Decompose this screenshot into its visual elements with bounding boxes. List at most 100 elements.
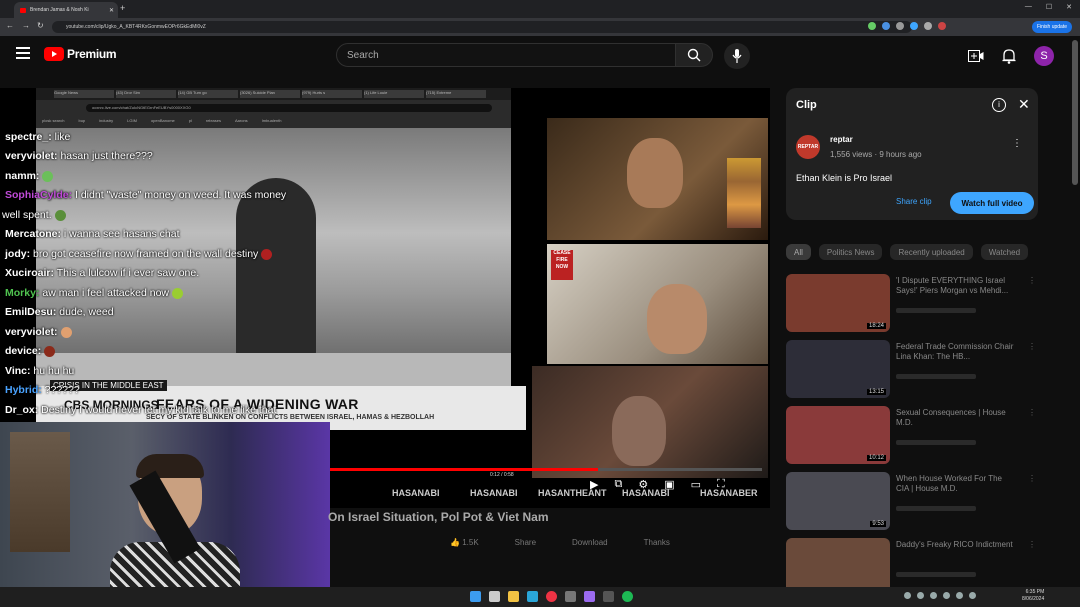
app-icon[interactable] — [565, 591, 576, 602]
extension-icon[interactable] — [896, 22, 904, 30]
channel-avatar[interactable]: REPTAR — [796, 135, 820, 159]
address-bar[interactable]: youtube.com/clip/Ugko_A_KBT4RKxGonmwEOPr… — [52, 21, 912, 33]
clip-description: Ethan Klein is Pro Israel — [796, 173, 893, 183]
finish-update-button[interactable]: Finish update — [1032, 21, 1072, 33]
recommended-video-title[interactable]: Daddy's Freaky RICO Indictment — [896, 540, 1016, 550]
menu-icon[interactable] — [16, 47, 30, 59]
more-options-icon[interactable]: ⋮ — [1028, 276, 1036, 285]
video-thumbnail[interactable]: 10:12 — [786, 406, 890, 464]
youtube-logo[interactable]: Premium — [44, 47, 117, 61]
video-thumbnail[interactable]: 9:53 — [786, 472, 890, 530]
recommended-video-title[interactable]: 'I Dispute EVERYTHING Israel Says!' Pier… — [896, 276, 1016, 296]
recommended-video-title[interactable]: Federal Trade Commission Chair Lina Khan… — [896, 342, 1016, 362]
more-options-icon[interactable]: ⋮ — [1028, 540, 1036, 549]
chat-message: veryviolet: hasan just there??? — [5, 150, 153, 162]
minimize-icon[interactable]: — — [1025, 3, 1032, 11]
channel-name[interactable]: reptar — [830, 135, 853, 144]
reload-icon[interactable]: ↻ — [37, 21, 44, 30]
recommended-video[interactable]: 18:24 'I Dispute EVERYTHING Israel Says!'… — [786, 274, 1046, 332]
video-progress-bar[interactable] — [330, 468, 762, 471]
watch-full-video-button[interactable]: Watch full video — [950, 192, 1034, 214]
new-tab-icon[interactable]: + — [120, 3, 125, 13]
search-button[interactable] — [675, 43, 713, 67]
chip-politics-news[interactable]: Politics News — [818, 244, 883, 260]
chat-text: I didnt "waste" money on weed. It was mo… — [72, 189, 287, 201]
chat-text: dude, weed — [56, 306, 114, 318]
thanks-button[interactable]: Thanks — [644, 538, 670, 547]
maximize-icon[interactable]: ☐ — [1046, 3, 1052, 11]
close-icon[interactable]: ✕ — [1018, 96, 1030, 113]
stream-tab: (3026) Suicide Plan — [240, 90, 300, 98]
page-scrollbar[interactable] — [1072, 40, 1078, 185]
like-button[interactable]: 👍 1.5K — [450, 538, 479, 547]
close-window-icon[interactable]: ✕ — [1066, 3, 1072, 11]
recommended-video[interactable]: 9:53 When House Worked For The CIA | Hous… — [786, 472, 1046, 530]
extension-icon[interactable] — [910, 22, 918, 30]
chip-all[interactable]: All — [786, 244, 811, 260]
notifications-bell-icon[interactable] — [1002, 48, 1016, 64]
chat-text: i wanna see hasans chat — [61, 228, 180, 240]
search-icon[interactable] — [489, 591, 500, 602]
stream-bookmarks-bar: plosk search bup industry LGIM openBanom… — [42, 118, 281, 123]
more-options-icon[interactable]: ⋮ — [1012, 138, 1022, 149]
extension-icon[interactable] — [924, 22, 932, 30]
chat-text: like — [51, 131, 71, 143]
video-thumbnail[interactable]: 13:15 — [786, 340, 890, 398]
more-options-icon[interactable]: ⋮ — [1028, 474, 1036, 483]
bookmark: releases — [205, 118, 221, 123]
more-options-icon[interactable]: ⋮ — [1028, 408, 1036, 417]
extension-icon[interactable] — [938, 22, 946, 30]
info-icon[interactable]: i — [992, 98, 1006, 112]
extension-icon[interactable] — [868, 22, 876, 30]
chrome-icon[interactable] — [546, 591, 557, 602]
windows-start-icon[interactable] — [470, 591, 481, 602]
extension-icon[interactable] — [882, 22, 890, 30]
taskbar-clock[interactable]: 6:35 PM 8/06/2024 — [1022, 589, 1044, 603]
file-explorer-icon[interactable] — [508, 591, 519, 602]
back-icon[interactable]: ← — [6, 21, 14, 30]
share-clip-button[interactable]: Share clip — [896, 197, 932, 206]
app-icon[interactable] — [584, 591, 595, 602]
app-icon[interactable] — [603, 591, 614, 602]
spotify-icon[interactable] — [622, 591, 633, 602]
stream-tab: (14) GB Turn go — [178, 90, 238, 98]
tray-icon[interactable] — [917, 592, 924, 599]
account-avatar[interactable]: S — [1034, 46, 1054, 66]
chat-message: Xuciroair: This a lulcow if i ever saw o… — [5, 267, 199, 279]
recommended-video[interactable]: 10:12 Sexual Consequences | House M.D. ⋮ — [786, 406, 1046, 464]
browser-tab[interactable]: Brendan Jamas & Nosh Ki ✕ — [14, 2, 118, 18]
voice-search-button[interactable] — [724, 43, 750, 69]
search-input[interactable]: Search — [336, 43, 676, 67]
chat-message: namm: — [5, 170, 54, 182]
streamer-face — [627, 138, 683, 208]
recommended-video[interactable]: 13:15 Federal Trade Commission Chair Lina… — [786, 340, 1046, 398]
tray-icon[interactable] — [956, 592, 963, 599]
chat-message: SophiaCylde: I didnt "waste" money on we… — [5, 189, 286, 201]
recommended-video-title[interactable]: When House Worked For The CIA | House M.… — [896, 474, 1016, 494]
video-thumbnail[interactable]: 18:24 — [786, 274, 890, 332]
chip-watched[interactable]: Watched — [980, 244, 1029, 260]
chip-recently-uploaded[interactable]: Recently uploaded — [890, 244, 973, 260]
youtube-favicon-icon — [20, 7, 26, 13]
more-options-icon[interactable]: ⋮ — [1028, 342, 1036, 351]
edge-icon[interactable] — [527, 591, 538, 602]
tray-icon[interactable] — [930, 592, 937, 599]
forward-icon[interactable]: → — [22, 21, 30, 30]
close-tab-icon[interactable]: ✕ — [109, 7, 114, 14]
stream-tag: HASANTHEANT — [538, 488, 607, 498]
recommended-video-title[interactable]: Sexual Consequences | House M.D. — [896, 408, 1016, 428]
clock-date: 8/06/2024 — [1022, 596, 1045, 602]
create-video-icon[interactable] — [968, 50, 984, 62]
stream-tab: (715) Extreme — [426, 90, 486, 98]
chat-username: veryviolet: — [5, 150, 58, 162]
stream-tag: HASANABI — [470, 488, 518, 498]
chat-emote-icon — [44, 345, 56, 357]
tray-icon[interactable] — [969, 592, 976, 599]
windows-taskbar: 6:35 PM 8/06/2024 — [0, 587, 1080, 607]
chat-message: jody: bro got ceasefire now framed on th… — [5, 248, 273, 260]
tray-icon[interactable] — [943, 592, 950, 599]
share-button[interactable]: Share — [515, 538, 536, 547]
tray-icon[interactable] — [904, 592, 911, 599]
chat-text: hu hu hu — [30, 365, 75, 377]
download-button[interactable]: Download — [572, 538, 608, 547]
